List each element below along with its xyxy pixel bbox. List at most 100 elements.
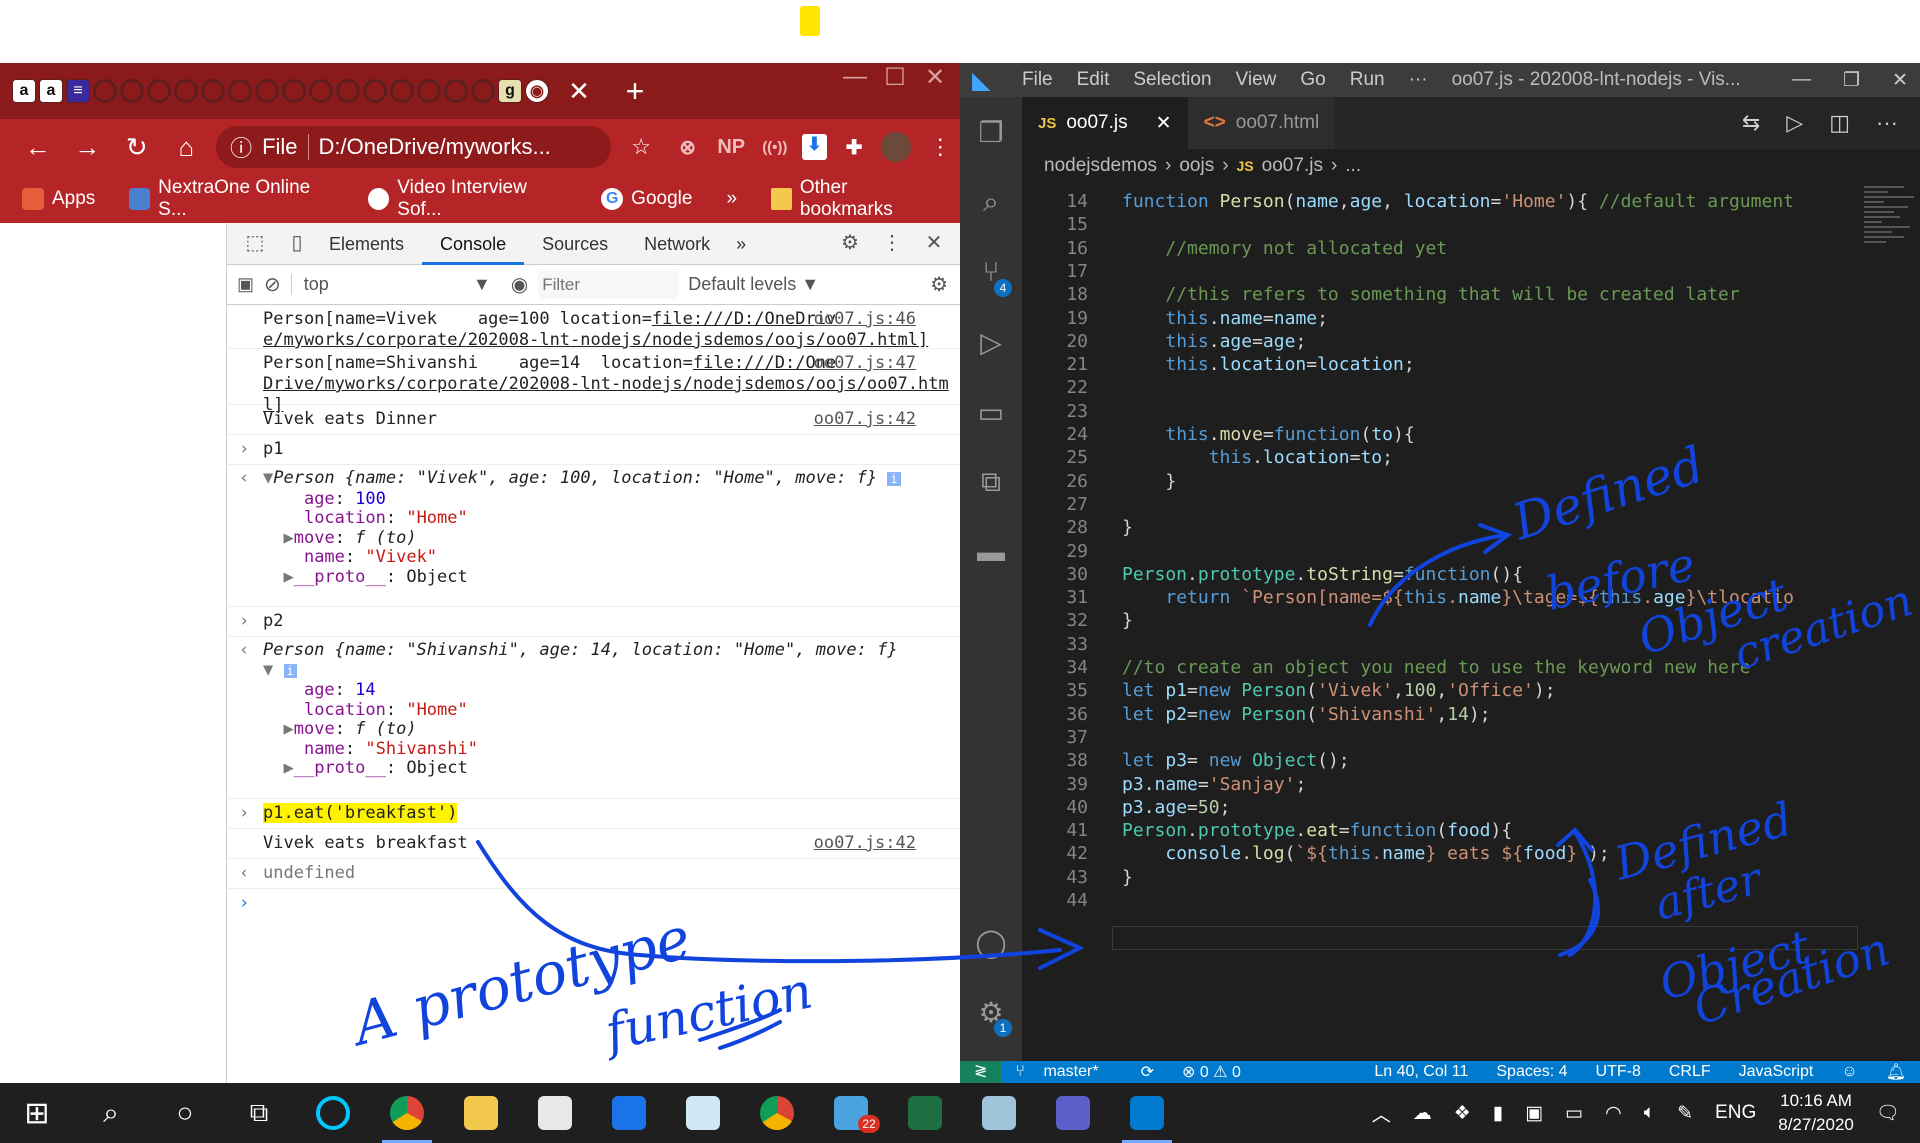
tab-icon[interactable]	[444, 79, 468, 103]
code-line[interactable]: this.move=function(to){	[1122, 424, 1414, 445]
tab-elements[interactable]: Elements	[311, 223, 422, 265]
tab-icon[interactable]	[147, 79, 171, 103]
explorer-icon[interactable]: ❐	[960, 97, 1022, 167]
code-line[interactable]: //to create an object you need to use th…	[1122, 657, 1751, 678]
breadcrumb-item[interactable]: oojs	[1179, 155, 1214, 177]
menu-run[interactable]: Run	[1338, 69, 1397, 91]
taskbar-app[interactable]	[370, 1083, 444, 1143]
bookmark-video-interview[interactable]: Video Interview Sof...	[368, 177, 567, 221]
tab-icon[interactable]	[309, 79, 333, 103]
code-line[interactable]: Person.prototype.toString=function(){	[1122, 564, 1523, 585]
indentation-status[interactable]: Spaces: 4	[1482, 1063, 1581, 1081]
code-line[interactable]: return `Person[name=${this.name}\tage=${…	[1122, 587, 1794, 608]
eol-status[interactable]: CRLF	[1655, 1063, 1725, 1081]
source-link[interactable]: oo07.js:42	[814, 833, 916, 854]
tab-icon[interactable]	[228, 79, 252, 103]
language-status[interactable]: JavaScript	[1725, 1063, 1828, 1081]
clock[interactable]: 10:16 AM 8/27/2020	[1778, 1089, 1854, 1137]
dropbox-icon[interactable]: ❖	[1454, 1102, 1471, 1125]
close-icon[interactable]: ✕	[1156, 112, 1172, 135]
sidebar-toggle-icon[interactable]: ▣	[237, 274, 254, 295]
code-line[interactable]: this.age=age;	[1122, 331, 1306, 352]
puzzle-icon[interactable]: ✚	[837, 135, 871, 160]
problems-status[interactable]: ⊗ 0 ⚠ 0	[1168, 1062, 1255, 1082]
code-line[interactable]: let p1=new Person('Vivek',100,'Office');	[1122, 680, 1556, 701]
app-tray-icon[interactable]: ▣	[1525, 1102, 1543, 1125]
remote-explorer-icon[interactable]: ▭	[960, 377, 1022, 447]
home-icon[interactable]: ⌂	[167, 132, 207, 163]
taskbar-app[interactable]	[962, 1083, 1036, 1143]
bookmark-google[interactable]: G Google	[601, 188, 692, 210]
expand-icon[interactable]: ▼	[263, 660, 273, 680]
log-link[interactable]: file:///D:/OneDriv	[652, 309, 836, 329]
menu-selection[interactable]: Selection	[1121, 69, 1223, 91]
encoding-status[interactable]: UTF-8	[1582, 1063, 1655, 1081]
more-actions-icon[interactable]: ···	[1876, 110, 1898, 136]
start-button[interactable]: ⊞	[0, 1083, 74, 1143]
bookmarks-overflow[interactable]: »	[726, 188, 737, 210]
breadcrumb-item[interactable]: oo07.js	[1262, 155, 1323, 177]
code-line[interactable]: let p2=new Person('Shivanshi',14);	[1122, 704, 1491, 725]
back-icon[interactable]: ←	[18, 132, 58, 163]
star-icon[interactable]: ☆	[621, 134, 661, 160]
code-line[interactable]: //this refers to something that will be …	[1122, 284, 1739, 305]
tab-icon[interactable]	[120, 79, 144, 103]
minimap[interactable]	[1858, 183, 1920, 303]
run-debug-icon[interactable]: ▷	[960, 307, 1022, 377]
breadcrumb-item[interactable]: nodejsdemos	[1044, 155, 1157, 177]
search-button[interactable]: ⌕	[74, 1083, 148, 1143]
action-center-icon[interactable]: 🗨︎	[1876, 1101, 1900, 1125]
close-icon[interactable]: ✕	[920, 230, 948, 258]
expand-icon[interactable]: ▼	[263, 468, 273, 488]
code-line[interactable]: this.location=to;	[1122, 447, 1393, 468]
menu-edit[interactable]: Edit	[1065, 69, 1122, 91]
cortana-button[interactable]: ○	[148, 1083, 222, 1143]
np-extension-icon[interactable]: NP	[714, 136, 748, 159]
menu-file[interactable]: File	[1010, 69, 1065, 91]
account-icon[interactable]: ◯	[960, 907, 1022, 977]
search-icon[interactable]: ⌕	[960, 167, 1022, 237]
docker-icon[interactable]: ▬	[960, 517, 1022, 587]
maximize-icon[interactable]: ☐	[875, 63, 915, 93]
expand-icon[interactable]: ▶	[283, 758, 293, 778]
extension-icon[interactable]: ⊗	[671, 135, 705, 160]
settings-icon[interactable]: ⚙ 1	[960, 977, 1022, 1047]
taskbar-app[interactable]	[592, 1083, 666, 1143]
source-link[interactable]: oo07.js:46	[814, 309, 916, 330]
tab-icon[interactable]	[336, 79, 360, 103]
task-view-button[interactable]: ⧉	[222, 1083, 296, 1143]
tab-icon[interactable]	[282, 79, 306, 103]
code-line[interactable]: function Person(name,age, location='Home…	[1122, 191, 1794, 212]
taskbar-app[interactable]	[888, 1083, 962, 1143]
tab-icon[interactable]	[417, 79, 441, 103]
filter-input[interactable]	[538, 270, 679, 299]
code-line[interactable]: }	[1122, 471, 1176, 492]
tab-icon[interactable]	[363, 79, 387, 103]
gear-icon[interactable]: ⚙	[836, 230, 864, 258]
bookmark-nextraone[interactable]: NextraOne Online S...	[129, 177, 334, 221]
minimize-icon[interactable]: —	[835, 63, 875, 93]
run-icon[interactable]: ▷	[1786, 110, 1803, 136]
feedback-icon[interactable]: ☺	[1827, 1063, 1871, 1081]
object-summary[interactable]: {name: "Shivanshi", age: 14, location: "…	[335, 640, 898, 660]
battery-icon[interactable]: ▭	[1565, 1102, 1583, 1125]
chevron-up-icon[interactable]: ︿	[1372, 1100, 1391, 1127]
tab-oo07-js[interactable]: JS oo07.js ✕	[1022, 97, 1188, 149]
branch-status[interactable]: ⑂ master*	[1001, 1063, 1126, 1081]
code-line[interactable]: Person.prototype.eat=function(food){	[1122, 820, 1512, 841]
avatar[interactable]	[880, 132, 911, 162]
code-line[interactable]: }	[1122, 867, 1133, 888]
maximize-icon[interactable]: ❐	[1823, 69, 1880, 92]
tab-icon[interactable]	[471, 79, 495, 103]
source-control-icon[interactable]: ⑂ 4	[960, 237, 1022, 307]
code-line[interactable]: console.log(`${this.name} eats ${food}`)…	[1122, 843, 1609, 864]
download-extension-icon[interactable]: ⬇	[801, 134, 828, 160]
address-bar[interactable]: ⓘ File D:/OneDrive/myworks...	[216, 126, 612, 168]
device-toggle-icon[interactable]: ▯	[283, 230, 311, 258]
new-tab-button[interactable]: +	[619, 73, 651, 110]
forward-icon[interactable]: →	[68, 132, 108, 163]
list-tab-icon[interactable]: ≡	[66, 79, 90, 103]
tab-network[interactable]: Network	[626, 223, 728, 265]
levels-dropdown[interactable]: Default levels ▼	[688, 274, 819, 295]
broadcast-icon[interactable]: ((•))	[758, 139, 792, 156]
